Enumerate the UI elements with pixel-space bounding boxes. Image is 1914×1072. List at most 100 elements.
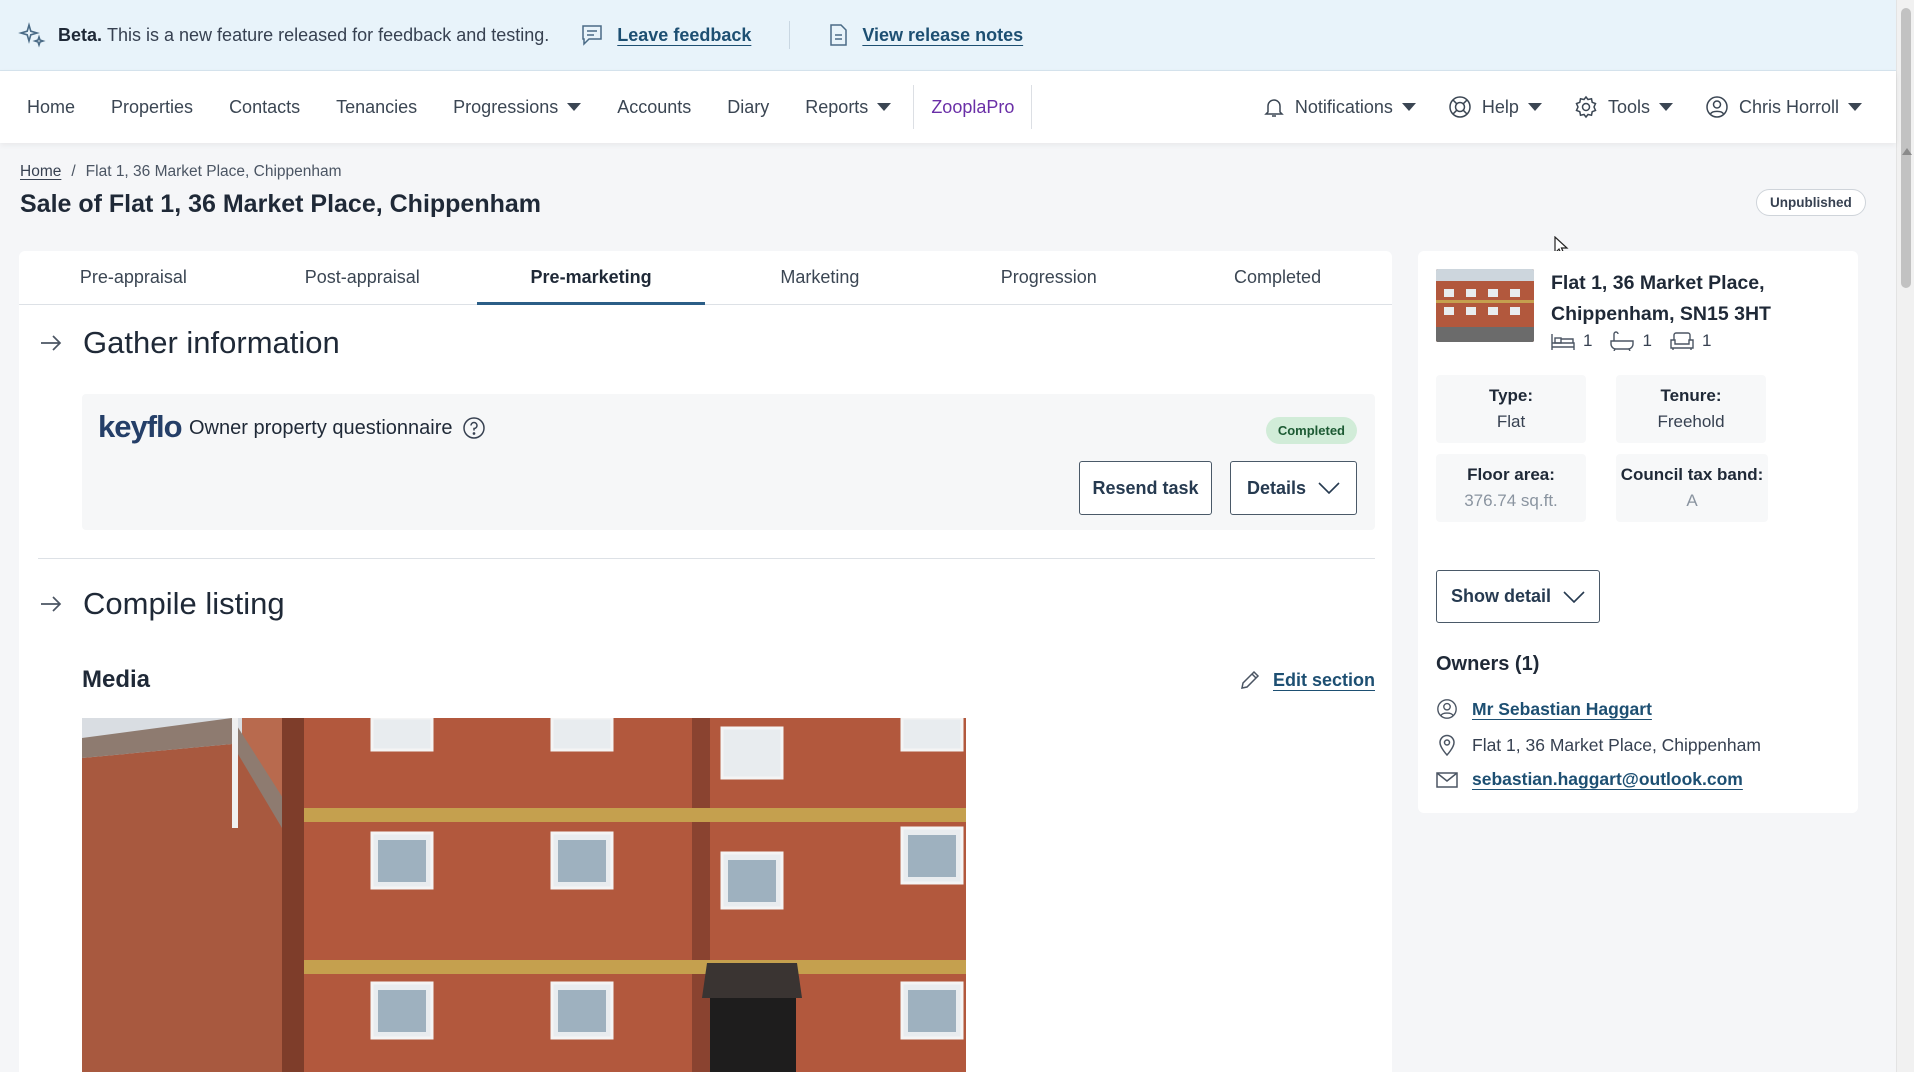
gather-information-header[interactable]: Gather information — [39, 325, 340, 361]
type-info: Type: Flat — [1436, 375, 1586, 443]
tenure-label: Tenure: — [1660, 386, 1722, 405]
scroll-up-arrow-icon[interactable] — [1902, 148, 1912, 155]
user-circle-icon — [1706, 96, 1728, 118]
show-detail-label: Show detail — [1450, 586, 1551, 606]
nav-zooplapro-label: ZooplaPro — [931, 96, 1015, 117]
nav-contacts-label: Contacts — [229, 96, 301, 117]
nav-contacts[interactable]: Contacts — [211, 71, 318, 143]
nav-help[interactable]: Help — [1432, 71, 1558, 143]
map-pin-icon — [1439, 734, 1455, 756]
bedrooms-feature: 1 — [1551, 331, 1592, 351]
property-summary-panel: Flat 1, 36 Market Place, Chippenham, SN1… — [1418, 251, 1858, 813]
pencil-icon — [1241, 670, 1260, 689]
tab-progression[interactable]: Progression — [934, 251, 1163, 304]
tab-marketing[interactable]: Marketing — [705, 251, 934, 304]
council-tax-info: Council tax band: A — [1616, 454, 1768, 522]
resend-task-button[interactable]: Resend task — [1079, 461, 1212, 515]
council-tax-value: A — [1686, 491, 1698, 510]
nav-properties[interactable]: Properties — [93, 71, 211, 143]
owner-name-row: Mr Sebastian Haggart — [1436, 698, 1652, 720]
owner-name-link[interactable]: Mr Sebastian Haggart — [1472, 699, 1652, 720]
floor-area-label: Floor area: — [1467, 465, 1555, 484]
nav-accounts[interactable]: Accounts — [599, 71, 709, 143]
edit-section-link[interactable]: Edit section — [1239, 669, 1375, 691]
nav-notifications[interactable]: Notifications — [1247, 71, 1432, 143]
gear-icon — [1575, 95, 1597, 119]
nav-progressions[interactable]: Progressions — [435, 71, 599, 143]
section-divider — [38, 558, 1375, 559]
nav-accounts-label: Accounts — [617, 96, 692, 117]
nav-zooplapro[interactable]: ZooplaPro — [913, 85, 1033, 129]
questionnaire-title-row: Owner property questionnaire — [189, 416, 486, 440]
beta-label: Beta. — [58, 24, 103, 45]
owner-address-row: Flat 1, 36 Market Place, Chippenham — [1436, 734, 1761, 756]
nav-progressions-label: Progressions — [453, 96, 559, 117]
beta-text: This is a new feature released for feedb… — [107, 24, 550, 45]
nav-diary-label: Diary — [727, 96, 770, 117]
nav-right: Notifications Help Tools Chris Horroll — [1247, 71, 1896, 143]
keyflo-logo: keyflo — [98, 409, 183, 444]
nav-diary[interactable]: Diary — [709, 71, 787, 143]
questionnaire-title: Owner property questionnaire — [189, 416, 453, 439]
leave-feedback-link[interactable]: Leave feedback — [581, 24, 751, 46]
page-title: Sale of Flat 1, 36 Market Place, Chippen… — [20, 190, 542, 218]
tab-post-appraisal[interactable]: Post-appraisal — [248, 251, 477, 304]
floor-area-value: 376.74 sq.ft. — [1464, 491, 1558, 510]
edit-section-label: Edit section — [1272, 669, 1375, 690]
sofa-icon — [1670, 332, 1694, 350]
page-scrollbar[interactable] — [1896, 0, 1914, 1072]
nav-reports[interactable]: Reports — [787, 71, 909, 143]
details-button-label: Details — [1246, 477, 1307, 498]
nav-properties-label: Properties — [111, 96, 194, 117]
arrow-right-icon — [41, 596, 62, 612]
nav-tenancies[interactable]: Tenancies — [318, 71, 435, 143]
arrow-right-icon — [41, 335, 62, 351]
receptions-count: 1 — [1701, 331, 1712, 350]
breadcrumb: Home / Flat 1, 36 Market Place, Chippenh… — [20, 163, 342, 181]
tenure-value: Freehold — [1657, 412, 1725, 431]
tenure-info: Tenure: Freehold — [1616, 375, 1766, 443]
property-features: 1 1 1 — [1551, 331, 1729, 351]
release-notes-label: View release notes — [862, 24, 1024, 45]
nav-user-menu[interactable]: Chris Horroll — [1689, 71, 1878, 143]
main-panel: Pre-appraisal Post-appraisal Pre-marketi… — [19, 251, 1392, 1072]
bell-icon — [1264, 99, 1284, 117]
owners-title: Owners (1) — [1436, 653, 1540, 675]
details-button[interactable]: Details — [1230, 461, 1357, 515]
caret-down-icon — [1401, 103, 1416, 111]
breadcrumb-home-link[interactable]: Home — [20, 163, 61, 181]
tab-pre-marketing[interactable]: Pre-marketing — [476, 251, 706, 305]
bath-icon — [1610, 331, 1635, 351]
compile-listing-title: Compile listing — [83, 586, 285, 621]
show-detail-button[interactable]: Show detail — [1436, 570, 1600, 623]
compile-listing-header[interactable]: Compile listing — [39, 586, 285, 622]
bathrooms-count: 1 — [1642, 331, 1652, 350]
help-circle-icon[interactable] — [462, 416, 486, 440]
owner-email-link[interactable]: sebastian.haggart@outlook.com — [1472, 769, 1743, 790]
owner-address: Flat 1, 36 Market Place, Chippenham — [1472, 734, 1761, 755]
stage-tabs: Pre-appraisal Post-appraisal Pre-marketi… — [19, 251, 1392, 305]
questionnaire-card: keyflo Owner property questionnaire Comp… — [82, 394, 1375, 530]
envelope-icon — [1436, 771, 1458, 788]
nav-home[interactable]: Home — [0, 71, 93, 143]
property-photo[interactable] — [82, 718, 966, 1072]
nav-tenancies-label: Tenancies — [336, 96, 418, 117]
caret-down-icon — [877, 103, 892, 111]
sparkle-icon — [18, 22, 46, 48]
gather-information-title: Gather information — [83, 325, 340, 360]
type-label: Type: — [1488, 386, 1534, 405]
caret-down-icon — [1658, 103, 1673, 111]
tab-completed[interactable]: Completed — [1163, 251, 1392, 304]
bathrooms-feature: 1 — [1610, 331, 1652, 351]
nav-tools[interactable]: Tools — [1558, 71, 1689, 143]
tab-pre-appraisal[interactable]: Pre-appraisal — [19, 251, 248, 304]
owner-email-row: sebastian.haggart@outlook.com — [1436, 769, 1743, 790]
property-thumbnail[interactable] — [1436, 269, 1534, 342]
chevron-down-icon — [1563, 590, 1585, 603]
nav-user-label: Chris Horroll — [1738, 96, 1839, 117]
release-notes-link[interactable]: View release notes — [828, 24, 1023, 46]
nav-home-label: Home — [27, 96, 76, 117]
status-badge: Unpublished — [1756, 189, 1866, 216]
top-nav: Home Properties Contacts Tenancies Progr… — [0, 71, 1896, 143]
banner-divider — [789, 21, 791, 49]
